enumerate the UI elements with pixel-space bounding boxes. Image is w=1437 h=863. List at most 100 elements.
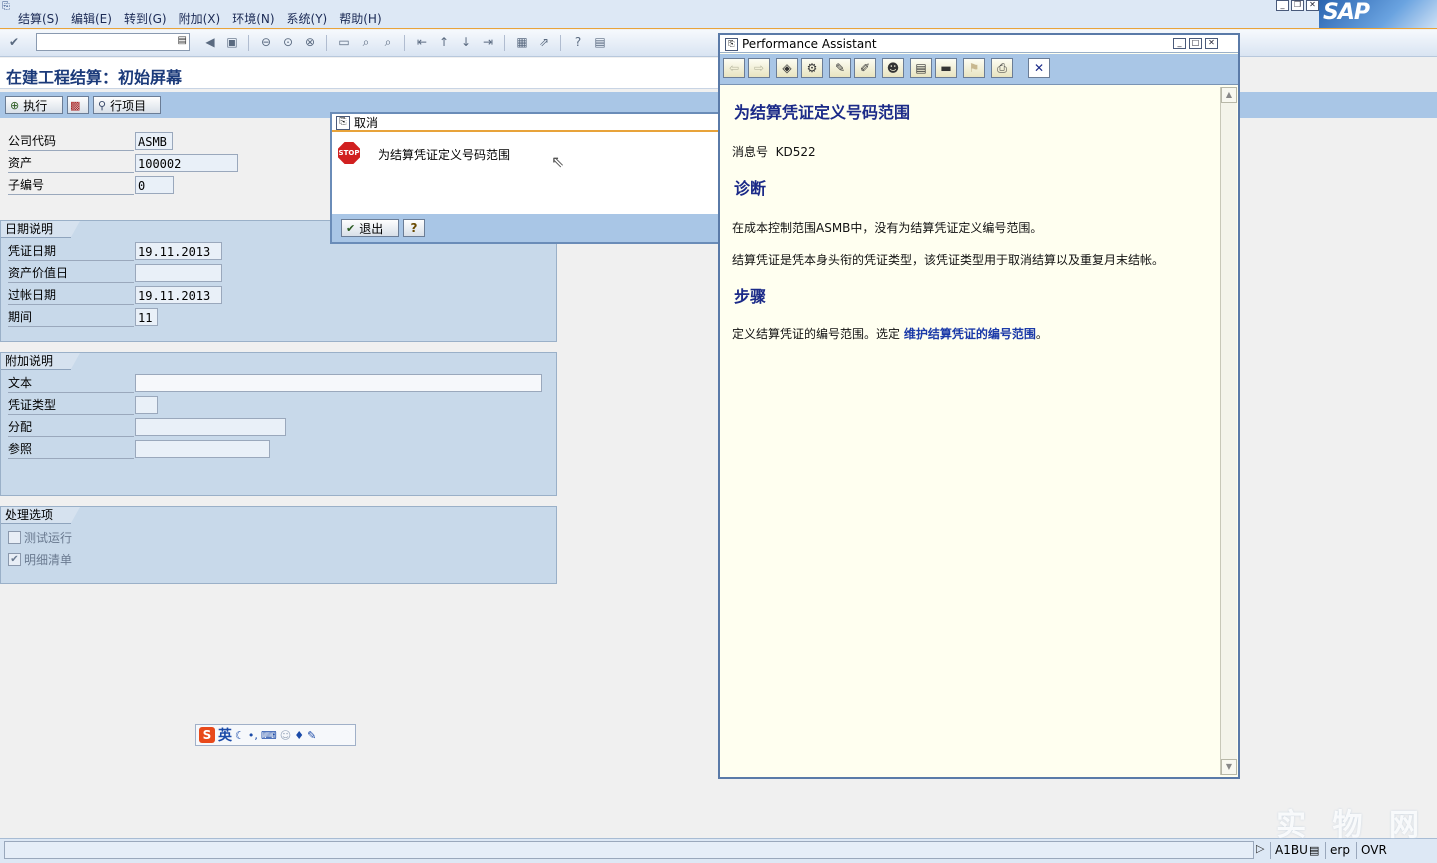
sap-logo: SAP (1319, 0, 1437, 28)
user-icon[interactable]: ☺ (280, 729, 291, 742)
back-arrow-icon[interactable]: ◀ (202, 34, 218, 50)
ime-language-toggle[interactable]: 英 (218, 725, 232, 745)
assistant-maximize-icon[interactable]: □ (1189, 38, 1202, 49)
assistant-minimize-icon[interactable]: _ (1173, 38, 1186, 49)
close-icon[interactable]: ✕ (1306, 0, 1319, 11)
cancel-icon[interactable]: ⊗ (302, 34, 318, 50)
assistant-window-icon[interactable]: ▬ (935, 58, 957, 78)
procedure-prefix: 定义结算凭证的编号范围。选定 (732, 327, 901, 341)
assistant-forward-icon[interactable]: ⇨ (748, 58, 770, 78)
watermark: 实 物 网 (1276, 808, 1427, 843)
procedure-text: 定义结算凭证的编号范围。选定 维护结算凭证的编号范围。 (732, 325, 1048, 342)
find-icon[interactable]: ⌕ (358, 34, 374, 50)
layout-button[interactable]: ▩ (67, 96, 89, 114)
ime-toolbar: S 英 ☾ •, ⌨ ☺ ♦ ✎ (195, 724, 356, 746)
title-bar: 在建工程结算：初始屏幕 (0, 58, 720, 89)
moon-icon[interactable]: ☾ (235, 729, 245, 742)
window-menu-icon[interactable]: ⎘ (2, 1, 14, 12)
command-field[interactable]: ▤ (36, 33, 190, 51)
assistant-edit-icon[interactable]: ✎ (829, 58, 851, 78)
date-group-title: 日期说明 (1, 221, 81, 238)
assistant-scrollbar[interactable]: ▲ ▼ (1220, 87, 1237, 775)
assistant-print-icon[interactable]: ⎙ (991, 58, 1013, 78)
menu-help[interactable]: 帮助(H) (339, 10, 381, 27)
asset-field[interactable]: 100002 (135, 154, 238, 172)
exit-icon[interactable]: ⊙ (280, 34, 296, 50)
menu-edit[interactable]: 编辑(E) (71, 10, 112, 27)
scroll-down-icon[interactable]: ▼ (1221, 759, 1237, 775)
assistant-close-icon[interactable]: ✕ (1205, 38, 1218, 49)
execute-button[interactable]: ⊕ 执行 (5, 96, 63, 114)
test-run-box[interactable] (8, 530, 21, 544)
company-code-field[interactable]: ASMB (135, 132, 173, 150)
assignment-field[interactable] (135, 418, 286, 436)
status-expand-icon[interactable]: ▷ (1256, 842, 1264, 855)
reference-field[interactable] (135, 440, 270, 458)
command-history-icon[interactable]: ▤ (178, 35, 187, 46)
system-info-icon[interactable]: ▤ (1305, 842, 1323, 859)
procedure-heading: 步骤 (734, 287, 767, 306)
menu-system[interactable]: 系统(Y) (287, 10, 328, 27)
dialog-button-bar: ✔ 退出 ? (332, 214, 720, 242)
test-run-checkbox[interactable]: 测试运行 (8, 529, 72, 545)
assistant-book-icon[interactable]: ◈ (776, 58, 798, 78)
posting-date-field[interactable]: 19.11.2013 (135, 286, 222, 304)
menu-environment[interactable]: 环境(N) (232, 10, 274, 27)
window-controls: _ ❐ ✕ (1276, 0, 1319, 11)
line-items-button[interactable]: ⚲ 行项目 (93, 96, 161, 114)
exit-button[interactable]: ✔ 退出 (341, 219, 399, 237)
line-items-label: 行项目 (110, 98, 147, 113)
find-next-icon[interactable]: ⌕ (380, 34, 396, 50)
wrench-icon[interactable]: ✎ (307, 729, 316, 742)
menu-goto[interactable]: 转到(G) (124, 10, 167, 27)
print-icon[interactable]: ▭ (336, 34, 352, 50)
assistant-user-icon[interactable]: ☻ (882, 58, 904, 78)
grid-icon: ▩ (70, 98, 81, 112)
assistant-close-button-icon[interactable]: ✕ (1028, 58, 1050, 78)
help-icon[interactable]: ? (570, 34, 586, 50)
document-type-field[interactable] (135, 396, 158, 414)
menu-settlement[interactable]: 结算(S) (18, 10, 59, 27)
document-date-field[interactable]: 19.11.2013 (135, 242, 222, 260)
save-icon[interactable]: ▣ (224, 34, 240, 50)
menu-bar: ⎘ 结算(S) 编辑(E) 转到(G) 附加(X) 环境(N) 系统(Y) 帮助… (0, 0, 1437, 29)
punctuation-icon[interactable]: •, (248, 729, 258, 742)
last-page-icon[interactable]: ⇥ (480, 34, 496, 50)
scroll-up-icon[interactable]: ▲ (1221, 87, 1237, 103)
first-page-icon[interactable]: ⇤ (414, 34, 430, 50)
layout-menu-icon[interactable]: ▤ (592, 34, 608, 50)
shortcut-icon[interactable]: ⇗ (536, 34, 552, 50)
dialog-menu-icon[interactable]: ⎘ (336, 116, 350, 130)
assistant-bookmark-icon[interactable]: ⚑ (963, 58, 985, 78)
text-field[interactable] (135, 374, 542, 392)
maintain-number-range-link[interactable]: 维护结算凭证的编号范围 (904, 327, 1036, 341)
restore-icon[interactable]: ❐ (1291, 0, 1304, 11)
diagnosis-text-1: 在成本控制范围ASMB中，没有为结算凭证定义编号范围。 (732, 221, 1043, 235)
dialog-title-bar: ⎘ 取消 (332, 114, 720, 132)
enter-check-icon[interactable]: ✔ (6, 34, 22, 50)
assistant-technical-info-icon[interactable]: ⚙ (801, 58, 823, 78)
assistant-menu-icon[interactable]: ⎘ (725, 38, 738, 51)
previous-page-icon[interactable]: ↑ (436, 34, 452, 50)
keyboard-icon[interactable]: ⌨ (261, 729, 277, 742)
skin-shirt-icon[interactable]: ♦ (294, 729, 304, 742)
sogou-logo-icon[interactable]: S (199, 727, 215, 743)
detail-list-checkbox[interactable]: ✔ 明细清单 (8, 551, 72, 567)
sub-number-field[interactable]: 0 (135, 176, 174, 194)
new-session-icon[interactable]: ▦ (514, 34, 530, 50)
assistant-glossary-icon[interactable]: ▤ (910, 58, 932, 78)
assistant-notes-icon[interactable]: ✐ (854, 58, 876, 78)
minimize-icon[interactable]: _ (1276, 0, 1289, 11)
dialog-help-button[interactable]: ? (403, 219, 425, 237)
next-page-icon[interactable]: ↓ (458, 34, 474, 50)
insert-mode-indicator[interactable]: OVR (1356, 842, 1391, 859)
assistant-back-icon[interactable]: ⇦ (723, 58, 745, 78)
asset-value-date-label: 资产价值日 (8, 264, 134, 283)
period-field[interactable]: 11 (135, 308, 158, 326)
dialog-message: 为结算凭证定义号码范围 (378, 148, 511, 162)
detail-list-check-icon[interactable]: ✔ (8, 552, 21, 566)
back-icon[interactable]: ⊖ (258, 34, 274, 50)
asset-value-date-field[interactable] (135, 264, 222, 282)
assistant-content: 为结算凭证定义号码范围 消息号 KD522 诊断 在成本控制范围ASMB中，没有… (722, 85, 1220, 775)
menu-extras[interactable]: 附加(X) (179, 10, 221, 27)
